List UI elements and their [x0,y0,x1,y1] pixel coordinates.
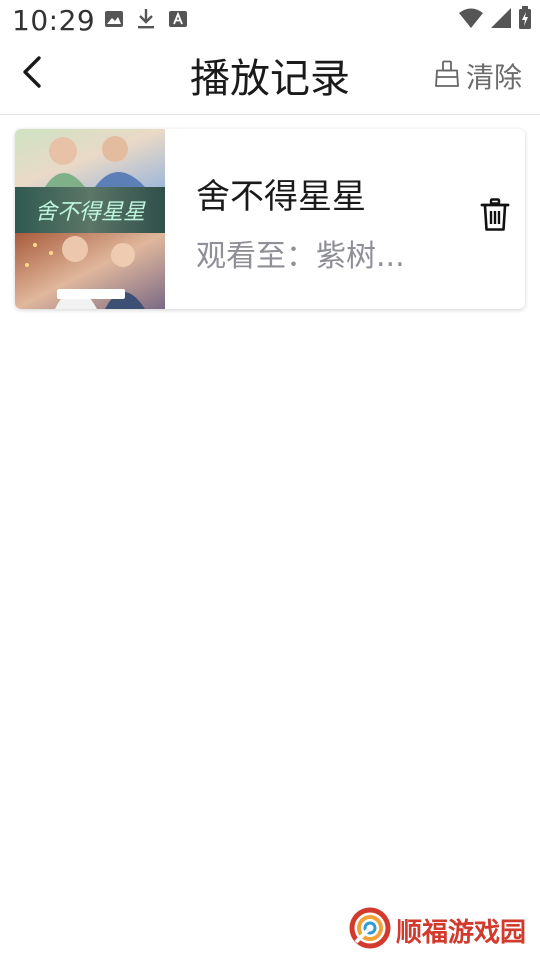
back-button[interactable] [10,52,54,96]
status-time: 10:29 [12,4,96,37]
broom-icon [434,60,460,92]
image-icon [104,9,124,33]
history-item[interactable]: 舍不得星星 舍不得星星 观看至：紫树... [15,129,525,309]
status-icons-right [458,6,532,34]
ring-logo-icon [348,906,392,954]
battery-icon [518,6,532,34]
watermark: 顺福游戏园 [348,906,526,954]
poster-image: 舍不得星星 [15,129,165,309]
screen: 10:29 播放记录 清除 舍不得星星 舍不得星星 观看至：紫树... 顺福游戏… [0,0,540,960]
watch-progress: 观看至：紫树... [196,239,405,274]
text-box-icon [168,9,188,33]
show-title: 舍不得星星 [196,177,366,217]
wifi-icon [458,7,484,33]
clear-history-button[interactable]: 清除 [434,56,522,96]
status-icons-left [104,8,188,34]
app-header: 播放记录 清除 [0,40,540,115]
delete-button[interactable] [477,197,513,237]
trash-icon [480,198,510,236]
signal-icon [490,7,512,33]
watermark-text: 顺福游戏园 [395,917,526,948]
status-bar: 10:29 [0,0,540,40]
chevron-left-icon [19,55,45,93]
download-icon [136,8,156,34]
clear-label: 清除 [465,61,522,94]
poster-title: 舍不得星星 [35,200,146,225]
